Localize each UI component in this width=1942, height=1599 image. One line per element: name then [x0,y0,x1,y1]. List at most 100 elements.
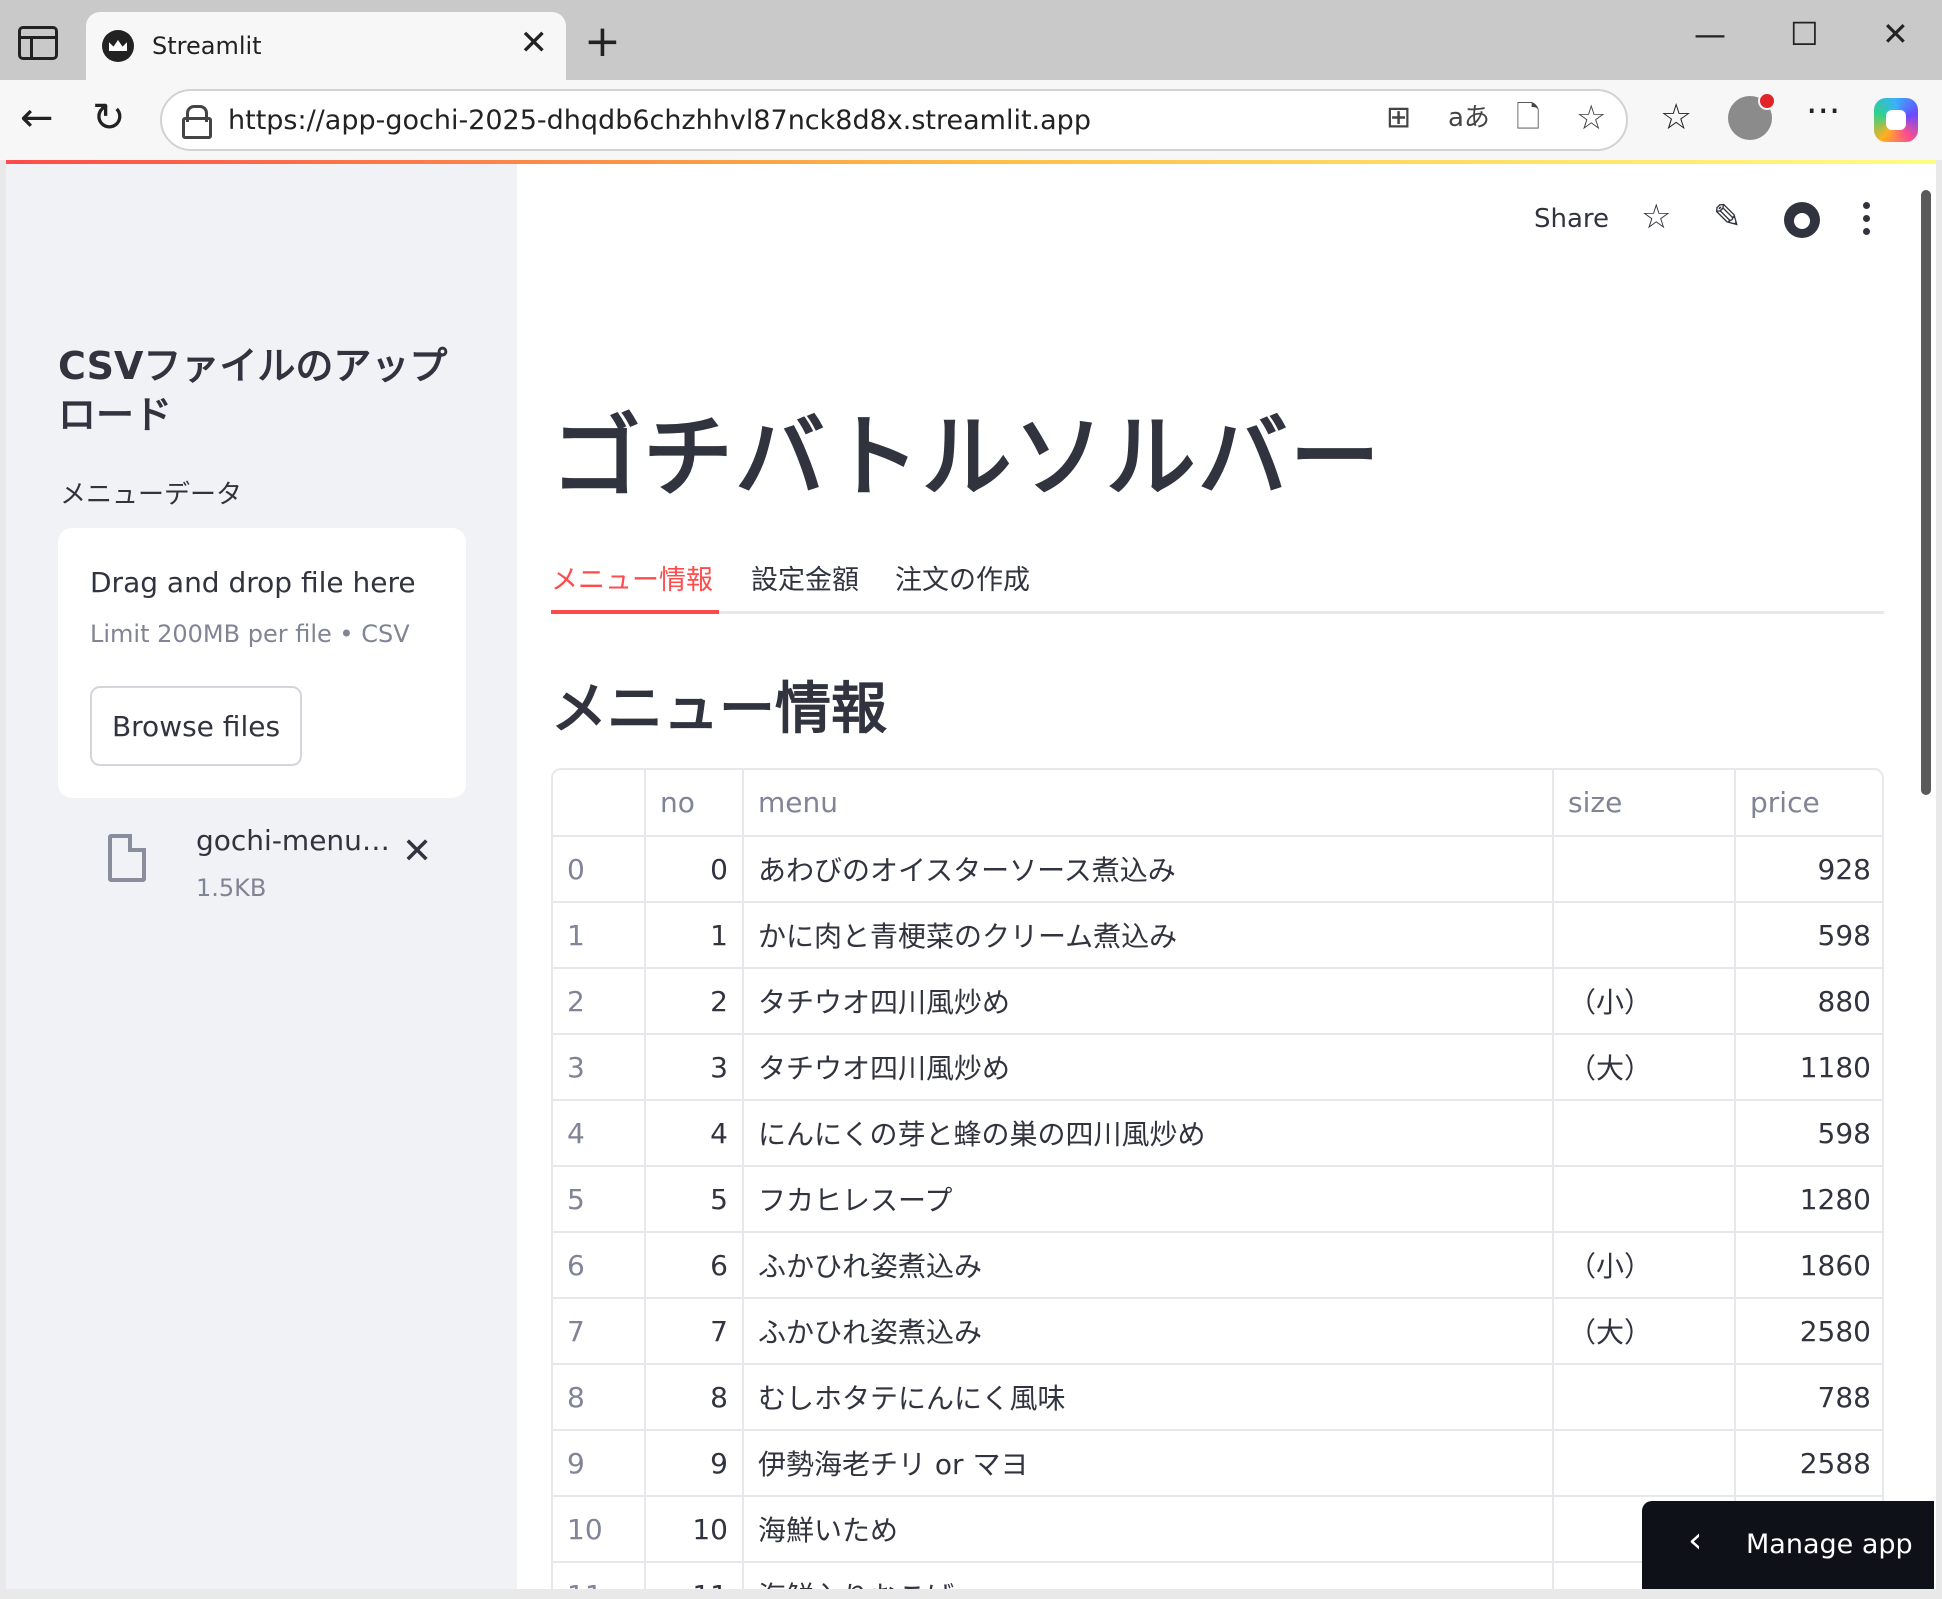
sidebar-icon[interactable] [18,26,58,60]
price-cell[interactable]: 1180 [1735,1034,1882,1101]
menu-cell[interactable]: フカヒレスープ [743,1166,1554,1233]
no-cell[interactable]: 1 [645,902,744,969]
file-dropzone[interactable]: Drag and drop file here Limit 200MB per … [58,528,466,798]
no-cell[interactable]: 2 [645,968,744,1035]
reload-icon[interactable]: ↻ [92,98,126,138]
browse-files-button[interactable]: Browse files [90,686,302,766]
tab-budget[interactable]: 設定金額 [751,558,859,597]
menu-cell[interactable]: むしホタテにんにく風味 [743,1364,1554,1431]
remove-file-icon[interactable]: ✕ [402,834,432,870]
browser-tab[interactable]: Streamlit ✕ [86,12,566,80]
table-row[interactable]: 3 3 タチウオ四川風炒め （大） 1180 [553,1034,1882,1101]
profile-icon[interactable] [1728,92,1776,140]
no-cell[interactable]: 0 [645,836,744,903]
size-cell[interactable]: （小） [1553,968,1736,1035]
price-cell[interactable]: 2580 [1735,1298,1882,1365]
table-row[interactable]: 5 5 フカヒレスープ 1280 [553,1166,1882,1233]
menu-cell[interactable]: 伊勢海老チリ or マヨ [743,1430,1554,1497]
column-header-price[interactable]: price [1735,770,1882,837]
row-index-cell[interactable]: 6 [553,1232,646,1299]
size-cell[interactable] [1553,1166,1736,1233]
column-header-no[interactable]: no [645,770,744,837]
size-cell[interactable] [1553,902,1736,969]
star-icon[interactable]: ☆ [1641,200,1671,234]
favorites-icon[interactable]: ☆ [1660,100,1692,136]
size-cell[interactable]: （大） [1553,1298,1736,1365]
price-cell[interactable]: 2588 [1735,1430,1882,1497]
github-icon[interactable] [1784,202,1820,238]
url-field[interactable]: https://app-gochi-2025-dhqdb6chzhhvl87nc… [160,89,1628,151]
menu-cell[interactable]: かに肉と青梗菜のクリーム煮込み [743,902,1554,969]
row-index-cell[interactable]: 3 [553,1034,646,1101]
minimize-icon[interactable]: — [1694,18,1726,50]
row-index-cell[interactable]: 0 [553,836,646,903]
page-icon[interactable]: 🗋 [1516,103,1540,133]
price-cell[interactable]: 1860 [1735,1232,1882,1299]
table-row[interactable]: 9 9 伊勢海老チリ or マヨ 2588 [553,1430,1882,1497]
back-icon[interactable]: ← [20,98,54,138]
row-index-cell[interactable]: 5 [553,1166,646,1233]
row-index-cell[interactable]: 4 [553,1100,646,1167]
row-index-cell[interactable]: 9 [553,1430,646,1497]
table-row[interactable]: 6 6 ふかひれ姿煮込み （小） 1860 [553,1232,1882,1299]
price-cell[interactable]: 598 [1735,902,1882,969]
menu-cell[interactable]: 海鮮入りおこげ [743,1562,1554,1589]
column-header-menu[interactable]: menu [743,770,1554,837]
size-cell[interactable] [1553,1430,1736,1497]
tab-create-order[interactable]: 注文の作成 [895,558,1030,597]
maximize-icon[interactable]: ☐ [1790,18,1819,50]
no-cell[interactable]: 6 [645,1232,744,1299]
edit-icon[interactable]: ✎ [1713,200,1742,234]
tab-menu-info[interactable]: メニュー情報 [551,558,713,597]
no-cell[interactable]: 9 [645,1430,744,1497]
price-cell[interactable]: 788 [1735,1364,1882,1431]
menu-cell[interactable]: ふかひれ姿煮込み [743,1232,1554,1299]
size-cell[interactable] [1553,1364,1736,1431]
no-cell[interactable]: 3 [645,1034,744,1101]
no-cell[interactable]: 11 [645,1562,744,1589]
more-icon[interactable]: ··· [1806,94,1840,130]
no-cell[interactable]: 4 [645,1100,744,1167]
new-tab-icon[interactable]: + [584,20,621,64]
row-index-cell[interactable]: 10 [553,1496,646,1563]
row-index-cell[interactable]: 1 [553,902,646,969]
no-cell[interactable]: 5 [645,1166,744,1233]
size-cell[interactable]: （小） [1553,1232,1736,1299]
row-index-cell[interactable]: 2 [553,968,646,1035]
close-tab-icon[interactable]: ✕ [520,26,549,60]
more-vertical-icon[interactable] [1863,202,1871,236]
menu-cell[interactable]: タチウオ四川風炒め [743,1034,1554,1101]
table-row[interactable]: 1 1 かに肉と青梗菜のクリーム煮込み 598 [553,902,1882,969]
menu-cell[interactable]: あわびのオイスターソース煮込み [743,836,1554,903]
menu-cell[interactable]: にんにくの芽と蜂の巣の四川風炒め [743,1100,1554,1167]
url-text[interactable]: https://app-gochi-2025-dhqdb6chzhhvl87nc… [228,105,1091,136]
lock-icon[interactable] [182,105,212,139]
no-cell[interactable]: 10 [645,1496,744,1563]
price-cell[interactable]: 928 [1735,836,1882,903]
table-row[interactable]: 8 8 むしホタテにんにく風味 788 [553,1364,1882,1431]
share-button[interactable]: Share [1534,204,1609,234]
menu-dataframe[interactable]: no menu size price 0 0 あわびのオイスターソース煮込み 928 1… [551,768,1884,1589]
price-cell[interactable]: 1280 [1735,1166,1882,1233]
price-cell[interactable]: 598 [1735,1100,1882,1167]
star-icon[interactable]: ☆ [1576,101,1606,135]
row-index-cell[interactable]: 7 [553,1298,646,1365]
copilot-icon[interactable] [1874,98,1918,142]
table-row[interactable]: 7 7 ふかひれ姿煮込み （大） 2580 [553,1298,1882,1365]
row-index-cell[interactable]: 11 [553,1562,646,1589]
size-cell[interactable]: （大） [1553,1034,1736,1101]
window-close-icon[interactable]: ✕ [1882,18,1909,50]
no-cell[interactable]: 7 [645,1298,744,1365]
table-row[interactable]: 0 0 あわびのオイスターソース煮込み 928 [553,836,1882,903]
row-index-cell[interactable]: 8 [553,1364,646,1431]
size-cell[interactable] [1553,836,1736,903]
price-cell[interactable]: 880 [1735,968,1882,1035]
menu-cell[interactable]: タチウオ四川風炒め [743,968,1554,1035]
read-aloud-icon[interactable]: aあ [1448,105,1490,131]
scrollbar-thumb[interactable] [1921,190,1931,795]
no-cell[interactable]: 8 [645,1364,744,1431]
menu-cell[interactable]: 海鮮いため [743,1496,1554,1563]
table-row[interactable]: 4 4 にんにくの芽と蜂の巣の四川風炒め 598 [553,1100,1882,1167]
table-row[interactable]: 2 2 タチウオ四川風炒め （小） 880 [553,968,1882,1035]
menu-cell[interactable]: ふかひれ姿煮込み [743,1298,1554,1365]
